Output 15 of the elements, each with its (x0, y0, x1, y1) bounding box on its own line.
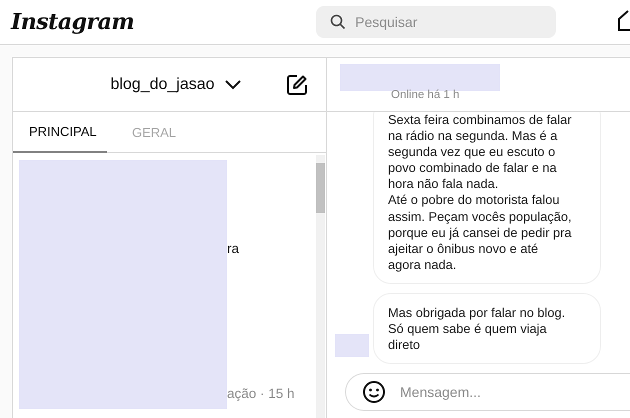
redaction-block (335, 334, 369, 357)
message-field[interactable]: Mensagem... (345, 373, 630, 411)
message-preview[interactable]: ra (227, 241, 240, 256)
message-bubble: Sexta feira combinamos de falar na rádio na segunda. Mas é a segunda vez que eu escuto o povo combinado de falar e na hora não fala nada. Até o pobre do motorista falou assim. Peçam vocês população, porque eu já cansei de pedir pra ajeitar o ônibus novo e até agora nada. (373, 112, 601, 284)
search-field[interactable]: Pesquisar (316, 6, 556, 38)
chevron-down-icon (224, 80, 241, 90)
instagram-logo[interactable]: Instagram (11, 9, 134, 35)
scrollbar[interactable] (316, 155, 325, 418)
account-switcher[interactable]: blog_do_jasao (110, 76, 241, 94)
home-icon[interactable] (618, 9, 630, 31)
online-status: Online há 1 h (391, 89, 460, 101)
emoji-icon[interactable] (362, 380, 386, 404)
message-bubble: Mas obrigada por falar no blog. Só quem sabe é quem viaja direto (373, 292, 601, 364)
new-message-icon[interactable] (286, 74, 308, 96)
inbox-tab[interactable]: PRINCIPAL (13, 112, 107, 153)
